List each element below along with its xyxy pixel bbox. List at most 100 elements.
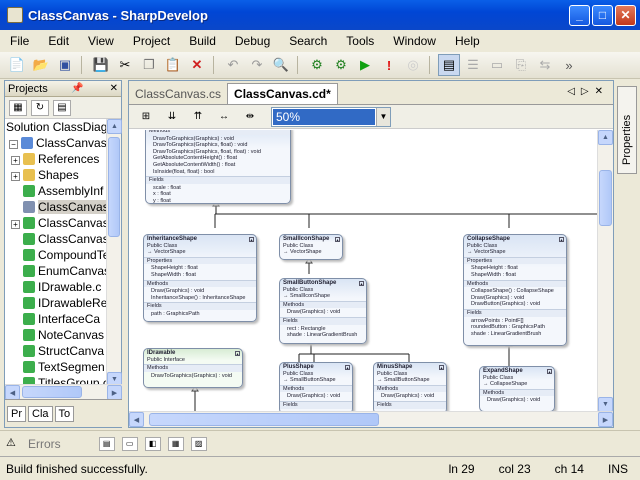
cut-icon[interactable]: ✂ <box>114 54 136 76</box>
canvas-vertical-scrollbar[interactable]: ▲ ▼ <box>597 130 613 412</box>
tree-item[interactable]: IDrawableRe <box>9 295 107 311</box>
expand-icon[interactable]: + <box>11 156 20 165</box>
member[interactable]: Draw(Graphics) : void <box>377 393 443 400</box>
member[interactable]: ShapeWidth : float <box>467 272 563 279</box>
menu-window[interactable]: Window <box>393 34 436 48</box>
list-view-icon[interactable]: ☰ <box>462 54 484 76</box>
member[interactable]: Draw(Graphics) : void <box>283 393 349 400</box>
member[interactable]: scale : float <box>149 185 287 192</box>
copy-icon[interactable]: ❐ <box>138 54 160 76</box>
tree-item[interactable]: AssemblyInf <box>9 183 103 199</box>
member-section[interactable]: Fields <box>464 308 566 317</box>
member-section[interactable]: Properties <box>464 256 566 265</box>
tab-classcanvas-cd[interactable]: ClassCanvas.cd* <box>227 83 338 104</box>
tab-navigation-icons[interactable]: ◁▷✕ <box>567 86 609 97</box>
menu-build[interactable]: Build <box>189 34 216 48</box>
dropdown-arrow-icon[interactable]: ▼ <box>376 107 390 126</box>
class-diagram-canvas[interactable]: Methods DrawToGraphics(Graphics) : void Dr… <box>129 130 597 412</box>
menu-tools[interactable]: Tools <box>346 34 374 48</box>
expand-icon[interactable]: + <box>11 220 20 229</box>
breakpoint-icon[interactable]: ◎ <box>402 54 424 76</box>
member-section[interactable]: Fields <box>146 176 290 184</box>
scroll-thumb[interactable] <box>22 386 82 398</box>
collapse-icon[interactable]: ▴ <box>439 365 444 370</box>
member-section[interactable]: Methods <box>280 300 366 309</box>
tree-item[interactable]: + ClassCanvas <box>9 215 109 231</box>
member[interactable]: DrawToGraphics(Graphics, float) : void <box>149 142 287 149</box>
overflow-icon[interactable]: » <box>558 54 580 76</box>
class-shape[interactable]: ▴ PlusShape Public Class → SmallButtonShape… <box>279 362 353 412</box>
tab-classes[interactable]: Cla <box>28 405 53 422</box>
member-section[interactable]: Methods <box>144 364 242 372</box>
scroll-up-icon[interactable]: ▲ <box>598 130 613 145</box>
tree-item[interactable]: + References <box>9 151 99 167</box>
member[interactable]: Draw(Graphics) : void <box>483 397 551 404</box>
new-file-icon[interactable]: 📄 <box>6 54 28 76</box>
scroll-up-icon[interactable]: ▲ <box>107 119 122 134</box>
member[interactable]: IsInside(float, float) : bool <box>149 169 287 176</box>
member[interactable]: roundedButton : GraphicsPath <box>467 324 563 331</box>
tree-item[interactable]: CompoundTe <box>9 247 109 263</box>
redo-icon[interactable]: ↷ <box>246 54 268 76</box>
tree-item[interactable]: EnumCanvas <box>9 263 110 279</box>
member-section[interactable]: Methods <box>280 384 352 393</box>
show-all-files-icon[interactable]: ▤ <box>53 99 71 116</box>
clipboard-icon[interactable]: ▨ <box>190 436 207 451</box>
tree-item[interactable]: ClassCanvas <box>9 231 109 247</box>
paste-icon[interactable]: 📋 <box>162 54 184 76</box>
member[interactable]: arrowPoints : PointF[] <box>467 318 563 325</box>
member[interactable]: DrawButton(Graphics) : void <box>467 301 563 308</box>
member[interactable]: x : float <box>149 191 287 198</box>
member[interactable]: Draw(Graphics) : void <box>147 288 253 295</box>
navigate-icon[interactable]: ⇆ <box>534 54 556 76</box>
build-solution-icon[interactable]: ⚙ <box>330 54 352 76</box>
collapse-icon[interactable]: ▴ <box>559 237 564 242</box>
tab-classcanvas-cs[interactable]: ClassCanvas.cs <box>129 84 227 104</box>
member[interactable]: GetAbsoluteContentHeight() : float <box>149 155 287 162</box>
collapse-icon[interactable]: ▴ <box>359 281 364 286</box>
run-icon[interactable]: ▶ <box>354 54 376 76</box>
maximize-button[interactable]: □ <box>592 4 613 26</box>
close-button[interactable]: ✕ <box>615 4 636 26</box>
member-section[interactable]: Fields <box>374 400 446 409</box>
undo-icon[interactable]: ↶ <box>222 54 244 76</box>
search-results-icon[interactable]: ◧ <box>144 436 161 451</box>
member-section[interactable]: Methods <box>146 130 290 135</box>
member-section[interactable]: Fields <box>280 316 366 325</box>
class-shape[interactable]: ▴ CollapseShape Public Class → VectorShape P… <box>463 234 567 346</box>
member-section[interactable]: Methods <box>480 388 554 397</box>
close-pad-icon[interactable]: ✕ <box>110 83 118 94</box>
tree-item[interactable]: Solution ClassDiagra <box>6 119 118 135</box>
member[interactable]: rect : Rectangle <box>283 326 363 333</box>
pin-icon[interactable]: 📌 <box>71 83 83 94</box>
match-width-icon[interactable]: ↔ <box>213 107 235 127</box>
scroll-right-icon[interactable]: ▶ <box>107 385 122 400</box>
member[interactable]: DrawToGraphics(Graphics, float, float) :… <box>149 149 287 156</box>
shrink-width-icon[interactable]: ⇹ <box>239 107 261 127</box>
class-shape[interactable]: ▴ ExpandShape Public Class → CollapseShape M… <box>479 366 555 412</box>
collapse-icon[interactable]: ▴ <box>249 237 254 242</box>
collapse-all-icon[interactable]: ▦ <box>9 99 27 116</box>
build-icon[interactable]: ⚙ <box>306 54 328 76</box>
member[interactable]: DrawToGraphics(Graphics) : void <box>147 373 239 380</box>
menu-project[interactable]: Project <box>133 34 170 48</box>
zoom-select[interactable]: 50% ▼ <box>271 106 391 127</box>
class-shape[interactable]: ▴ IDrawable Public Interface Methods DrawToG… <box>143 348 243 388</box>
tree-item[interactable]: IDrawable.c <box>9 279 101 295</box>
tab-projects[interactable]: Pr <box>7 405 26 422</box>
scroll-thumb[interactable] <box>599 170 612 226</box>
collapse-icon[interactable]: ▴ <box>345 365 350 370</box>
auto-arrange-icon[interactable]: ⊞ <box>135 107 157 127</box>
delete-icon[interactable]: ✕ <box>186 54 208 76</box>
tab-tools[interactable]: To <box>54 405 75 422</box>
member[interactable]: ShapeWidth : float <box>147 272 253 279</box>
output-icon[interactable]: ▤ <box>98 436 115 451</box>
panel-icon[interactable]: ▭ <box>486 54 508 76</box>
class-shape[interactable]: ▴ InheritanceShape Public Class → VectorSha… <box>143 234 257 322</box>
collapse-all-icon[interactable]: ⇈ <box>187 107 209 127</box>
member-section[interactable]: Methods <box>374 384 446 393</box>
member-section[interactable]: Methods <box>464 279 566 288</box>
scroll-left-icon[interactable]: ◀ <box>5 385 20 400</box>
scroll-down-icon[interactable]: ▼ <box>598 397 613 412</box>
collapse-icon[interactable]: ▴ <box>235 351 240 356</box>
